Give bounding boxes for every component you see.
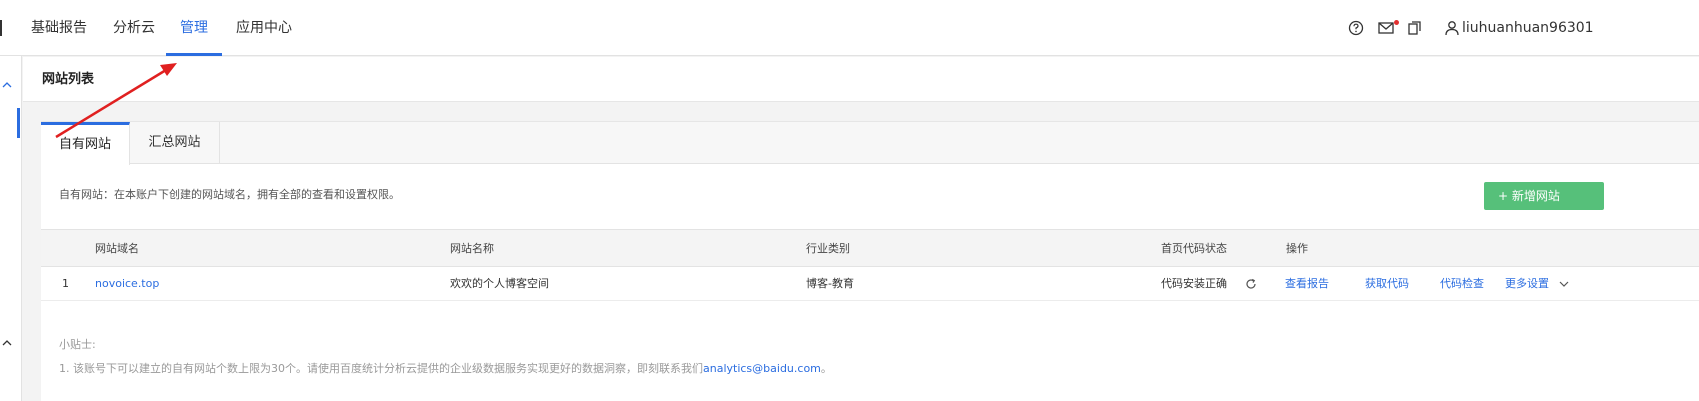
code-check-link[interactable]: 代码检查 <box>1440 267 1484 300</box>
notification-dot <box>1394 20 1399 25</box>
view-report-link[interactable]: 查看报告 <box>1285 267 1329 300</box>
own-sites-description: 自有网站：在本账户下创建的网站域名，拥有全部的查看和设置权限。 <box>59 188 400 201</box>
site-name: 欢欢的个人博客空间 <box>450 277 549 290</box>
sidebar-active-indicator <box>17 108 20 138</box>
chevron-down-icon[interactable] <box>1559 279 1569 289</box>
row-index: 1 <box>62 277 69 290</box>
chevron-up-icon[interactable] <box>2 338 12 348</box>
tips-line-1-end: 。 <box>820 362 832 375</box>
table-row: 1 novoice.top 欢欢的个人博客空间 博客-教育 代码安装正确 查看报… <box>41 267 1699 301</box>
site-tabs: 自有网站 汇总网站 <box>41 122 1699 165</box>
refresh-icon[interactable] <box>1245 278 1257 290</box>
active-nav-indicator <box>166 53 222 56</box>
site-domain-link[interactable]: novoice.top <box>95 267 159 300</box>
left-sidebar <box>0 56 22 401</box>
get-code-link[interactable]: 获取代码 <box>1365 267 1409 300</box>
code-status: 代码安装正确 <box>1161 277 1227 290</box>
tab-summary-sites[interactable]: 汇总网站 <box>130 122 220 164</box>
nav-item-manage[interactable]: 管理 <box>180 0 208 56</box>
tips-title: 小贴士: <box>59 338 96 351</box>
mail-icon[interactable] <box>1377 19 1395 37</box>
table-header: 网站域名 网站名称 行业类别 首页代码状态 操作 <box>41 229 1699 267</box>
site-industry: 博客-教育 <box>806 277 854 290</box>
username[interactable]: liuhuanhuan96301 <box>1462 0 1594 56</box>
tips-line-1: 1. 该账号下可以建立的自有网站个数上限为30个。请使用百度统计分析云提供的企业… <box>59 360 832 376</box>
page-title: 网站列表 <box>42 72 95 87</box>
contact-email-link[interactable]: analytics@baidu.com <box>703 362 821 375</box>
page-title-bar: 网站列表 <box>23 57 1699 102</box>
column-header-industry: 行业类别 <box>806 242 850 255</box>
tips-line-1-text: 1. 该账号下可以建立的自有网站个数上限为30个。请使用百度统计分析云提供的企业… <box>59 362 703 375</box>
more-settings-link[interactable]: 更多设置 <box>1505 267 1549 300</box>
user-icon[interactable] <box>1443 19 1461 37</box>
column-header-actions: 操作 <box>1286 242 1308 255</box>
top-navigation-bar: 基础报告 分析云 管理 应用中心 liuhuanhuan96301 <box>0 0 1699 56</box>
copy-icon[interactable] <box>1406 19 1424 37</box>
chevron-up-icon[interactable] <box>2 80 12 90</box>
column-header-domain: 网站域名 <box>95 242 139 255</box>
nav-item-basic-report[interactable]: 基础报告 <box>31 0 87 56</box>
tab-own-sites[interactable]: 自有网站 <box>41 122 130 165</box>
column-header-code-status: 首页代码状态 <box>1161 242 1227 255</box>
nav-item-app-center[interactable]: 应用中心 <box>236 0 292 56</box>
column-header-site-name: 网站名称 <box>450 242 494 255</box>
add-site-button[interactable]: + 新增网站 <box>1484 182 1604 210</box>
nav-item-analysis-cloud[interactable]: 分析云 <box>113 0 155 56</box>
menu-edge-icon[interactable] <box>0 20 3 36</box>
help-icon[interactable] <box>1347 19 1365 37</box>
site-list-card: 自有网站 汇总网站 自有网站：在本账户下创建的网站域名，拥有全部的查看和设置权限… <box>41 121 1699 401</box>
